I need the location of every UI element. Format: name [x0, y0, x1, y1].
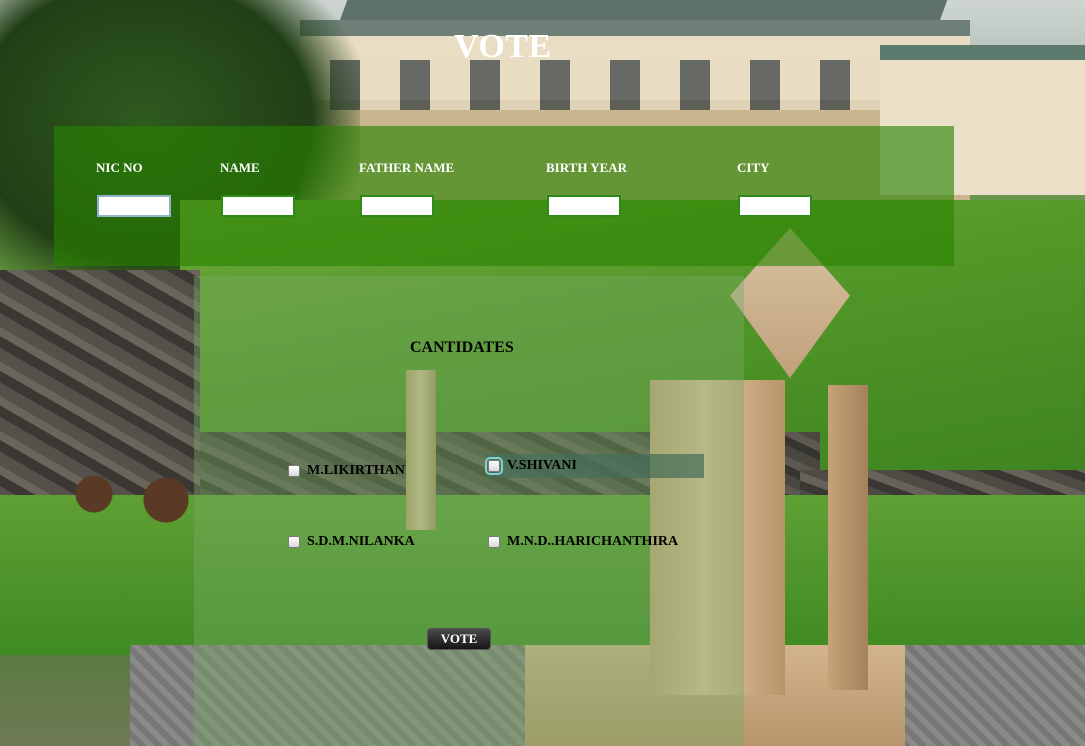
candidate-option[interactable]: S.D.M.NILANKA [288, 534, 415, 550]
name-input[interactable] [221, 195, 295, 217]
city-label: CITY [737, 160, 770, 175]
candidate-name: S.D.M.NILANKA [307, 534, 415, 549]
candidate-name: M.LIKIRTHAN [307, 463, 405, 478]
candidate-checkbox[interactable] [488, 536, 500, 548]
candidates-panel: CANTIDATES M.LIKIRTHAN V.SHIVANI S.D.M.N… [194, 276, 744, 746]
father-name-label: FATHER NAME [359, 160, 455, 175]
candidates-heading: CANTIDATES [410, 339, 514, 356]
voter-details-form: NIC NO NAME FATHER NAME BIRTH YEAR CITY [54, 126, 954, 266]
city-input[interactable] [738, 195, 812, 217]
page-title: VOTE [454, 28, 552, 65]
candidate-checkbox[interactable] [485, 457, 503, 475]
birth-year-input[interactable] [547, 195, 621, 217]
vote-button[interactable]: VOTE [427, 628, 491, 650]
nic-no-input[interactable] [97, 195, 171, 217]
name-label: NAME [220, 160, 260, 175]
birth-year-label: BIRTH YEAR [546, 160, 628, 175]
candidate-name: M.N.D..HARICHANTHIRA [507, 534, 679, 549]
tree-stumps [70, 470, 190, 530]
building-windows [330, 60, 950, 110]
background-photo: VOTE NIC NO NAME FATHER NAME BIRTH YEAR … [0, 0, 1085, 746]
father-name-input[interactable] [360, 195, 434, 217]
candidate-option[interactable]: M.N.D..HARICHANTHIRA [488, 534, 678, 550]
stone-wall-left [0, 270, 200, 500]
monument-pillar [828, 385, 868, 690]
candidate-checkbox[interactable] [288, 536, 300, 548]
nic-no-label: NIC NO [96, 160, 143, 175]
candidate-name: V.SHIVANI [507, 458, 577, 473]
candidate-option[interactable]: V.SHIVANI [485, 454, 704, 478]
candidate-checkbox[interactable] [288, 465, 300, 477]
candidate-option[interactable]: M.LIKIRTHAN [288, 463, 405, 479]
